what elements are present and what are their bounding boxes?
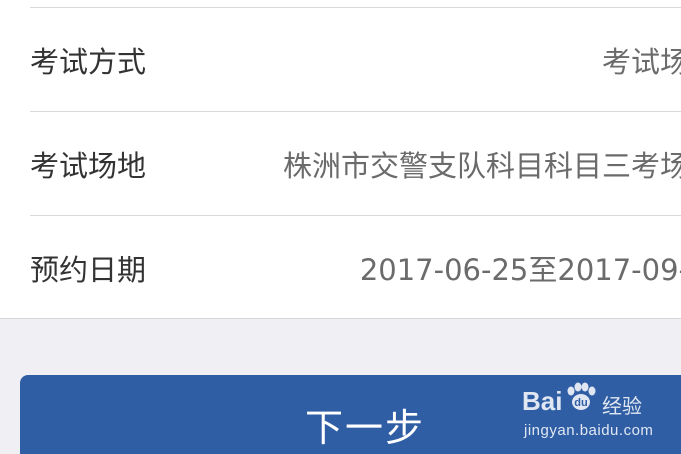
next-step-button[interactable]: 下一步: [20, 375, 681, 454]
appointment-info-list: 考试方式 考试场 考试场地 株洲市交警支队科目科目三考场 预约日期 2017-0…: [0, 0, 681, 319]
screen: 考试方式 考试场 考试场地 株洲市交警支队科目科目三考场 预约日期 2017-0…: [0, 0, 681, 454]
booking-date-label: 预约日期: [30, 253, 147, 287]
exam-venue-value: 株洲市交警支队科目科目三考场: [282, 149, 681, 183]
row-exam-method: 考试方式 考试场: [0, 8, 681, 112]
booking-date-value: 2017-06-25至2017-09-: [359, 253, 681, 287]
next-step-label: 下一步: [304, 408, 425, 450]
exam-method-label: 考试方式: [30, 45, 147, 79]
row-exam-venue: 考试场地 株洲市交警支队科目科目三考场: [0, 112, 681, 216]
row-booking-date: 预约日期 2017-06-25至2017-09-: [0, 216, 681, 320]
exam-venue-label: 考试场地: [30, 149, 147, 183]
exam-method-value: 考试场: [601, 45, 681, 79]
